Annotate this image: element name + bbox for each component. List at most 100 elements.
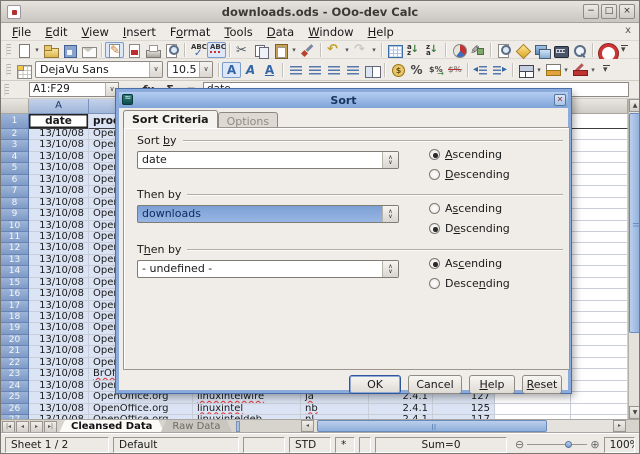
ascending-radio-3[interactable]: Ascending bbox=[429, 257, 502, 270]
menu-file[interactable]: File bbox=[5, 24, 38, 40]
cell-A5[interactable]: 13/10/08 bbox=[29, 163, 89, 174]
document-close-icon[interactable]: x bbox=[625, 25, 631, 36]
navigator-icon[interactable] bbox=[513, 42, 532, 58]
cell-19[interactable] bbox=[571, 323, 628, 334]
gallery-icon[interactable] bbox=[532, 42, 551, 58]
toolbar-grip[interactable] bbox=[4, 84, 9, 96]
cut-icon[interactable] bbox=[233, 42, 252, 58]
cell-A19[interactable]: 13/10/08 bbox=[29, 323, 89, 334]
underline-icon[interactable] bbox=[260, 62, 279, 78]
cell-D26[interactable]: nb bbox=[301, 404, 369, 415]
zoom-in-icon[interactable]: ⊕ bbox=[590, 438, 599, 451]
align-right-icon[interactable] bbox=[324, 62, 343, 78]
undo-icon-dropdown[interactable]: ▾ bbox=[343, 42, 351, 58]
cell-A7[interactable]: 13/10/08 bbox=[29, 186, 89, 197]
cell-F26[interactable]: 125 bbox=[433, 404, 495, 415]
cell-A17[interactable]: 13/10/08 bbox=[29, 301, 89, 312]
cell-B25[interactable]: OpenOffice.org bbox=[89, 392, 193, 403]
menu-data[interactable]: Data bbox=[260, 24, 301, 40]
menu-help[interactable]: Help bbox=[361, 24, 401, 40]
cell-A9[interactable]: 13/10/08 bbox=[29, 209, 89, 220]
percent-format-icon[interactable] bbox=[407, 62, 426, 78]
cell-1[interactable] bbox=[571, 114, 628, 129]
format-paintbrush-icon[interactable] bbox=[298, 42, 317, 58]
status-segment-1[interactable]: Default bbox=[113, 437, 239, 453]
cell-format-icon[interactable] bbox=[14, 62, 33, 78]
descending-radio-2[interactable]: Descending bbox=[429, 222, 510, 235]
paste-icon-dropdown[interactable]: ▾ bbox=[290, 42, 298, 58]
row-header-21[interactable]: 21 bbox=[1, 346, 29, 357]
status-segment-5[interactable] bbox=[359, 437, 371, 453]
cell-A15[interactable]: 13/10/08 bbox=[29, 278, 89, 289]
vertical-scrollbar[interactable]: ▲ ▼ bbox=[628, 99, 640, 419]
row-header-13[interactable]: 13 bbox=[1, 255, 29, 266]
row-header-18[interactable]: 18 bbox=[1, 312, 29, 323]
ok-button[interactable]: OK bbox=[349, 375, 401, 394]
increase-indent-icon[interactable] bbox=[490, 62, 509, 78]
cell-A16[interactable]: 13/10/08 bbox=[29, 289, 89, 300]
row-header-14[interactable]: 14 bbox=[1, 266, 29, 277]
first-sheet-icon[interactable]: |◂ bbox=[2, 421, 15, 433]
cell-A24[interactable]: 13/10/08 bbox=[29, 381, 89, 392]
row-header-19[interactable]: 19 bbox=[1, 323, 29, 334]
sort-descending-icon[interactable] bbox=[423, 42, 442, 58]
insert-chart-icon[interactable] bbox=[449, 42, 468, 58]
sort-ascending-icon[interactable] bbox=[404, 42, 423, 58]
row-header-17[interactable]: 17 bbox=[1, 301, 29, 312]
zoom-slider-thumb[interactable] bbox=[565, 441, 572, 448]
export-pdf-icon[interactable] bbox=[124, 42, 143, 58]
cell-A25[interactable]: 13/10/08 bbox=[29, 392, 89, 403]
border-color-icon-dropdown[interactable]: ▾ bbox=[589, 62, 597, 78]
dialog-close-icon[interactable]: ✕ bbox=[554, 94, 566, 106]
cell-7[interactable] bbox=[571, 186, 628, 197]
data-sources-icon[interactable] bbox=[551, 42, 570, 58]
status-segment-2[interactable] bbox=[243, 437, 285, 453]
cell-A18[interactable]: 13/10/08 bbox=[29, 312, 89, 323]
sheet-tab-raw-data[interactable]: Raw Data bbox=[160, 420, 232, 433]
zoom-slider[interactable]: ⊖ ⊕ bbox=[515, 438, 600, 451]
row-header-10[interactable]: 10 bbox=[1, 221, 29, 232]
sort-field-combo-3[interactable]: - undefined -∧∨ bbox=[137, 260, 399, 278]
scroll-up-icon[interactable]: ▲ bbox=[629, 99, 640, 112]
dialog-tab-sort-criteria[interactable]: Sort Criteria bbox=[123, 110, 218, 128]
find-replace-icon[interactable] bbox=[494, 42, 513, 58]
minimize-button[interactable]: − bbox=[583, 4, 599, 19]
reset-button[interactable]: Reset bbox=[522, 375, 562, 394]
undo-icon[interactable] bbox=[324, 42, 343, 58]
zoom-level[interactable]: 100% bbox=[604, 437, 635, 453]
cell-21[interactable] bbox=[571, 346, 628, 357]
cell-A10[interactable]: 13/10/08 bbox=[29, 221, 89, 232]
help-icon[interactable] bbox=[596, 42, 615, 58]
font-name-combo-dropdown-icon[interactable]: ∨ bbox=[149, 62, 162, 77]
add-decimal-icon[interactable] bbox=[426, 62, 445, 78]
cell-15[interactable] bbox=[571, 278, 628, 289]
cell-12[interactable] bbox=[571, 243, 628, 254]
cell-14[interactable] bbox=[571, 266, 628, 277]
cell-C25[interactable]: linuxintelwire bbox=[193, 392, 301, 403]
cell-18[interactable] bbox=[571, 312, 628, 323]
justify-icon[interactable] bbox=[343, 62, 362, 78]
bold-icon[interactable] bbox=[222, 62, 241, 78]
decrease-indent-icon[interactable] bbox=[471, 62, 490, 78]
toolbar-options-icon[interactable] bbox=[615, 42, 634, 58]
scroll-down-icon[interactable]: ▼ bbox=[629, 406, 640, 419]
cell-26[interactable] bbox=[495, 404, 571, 415]
cell-2[interactable] bbox=[571, 129, 628, 140]
menu-tools[interactable]: Tools bbox=[217, 24, 259, 40]
cell-9[interactable] bbox=[571, 209, 628, 220]
status-segment-3[interactable]: STD bbox=[289, 437, 331, 453]
row-header-15[interactable]: 15 bbox=[1, 278, 29, 289]
help-button[interactable]: Help bbox=[469, 375, 515, 394]
row-header-8[interactable]: 8 bbox=[1, 198, 29, 209]
zoom-icon[interactable] bbox=[570, 42, 589, 58]
new-document-icon-dropdown[interactable]: ▾ bbox=[33, 42, 41, 58]
cell-20[interactable] bbox=[571, 335, 628, 346]
cell-E26[interactable]: 2.4.1 bbox=[369, 404, 433, 415]
cell-3[interactable] bbox=[571, 140, 628, 151]
row-header-16[interactable]: 16 bbox=[1, 289, 29, 300]
row-header-7[interactable]: 7 bbox=[1, 186, 29, 197]
new-document-icon[interactable] bbox=[14, 42, 33, 58]
last-sheet-icon[interactable]: ▸| bbox=[44, 421, 57, 433]
merge-cells-icon[interactable] bbox=[362, 62, 381, 78]
sheet-tab-cleansed-data[interactable]: Cleansed Data bbox=[59, 420, 164, 433]
